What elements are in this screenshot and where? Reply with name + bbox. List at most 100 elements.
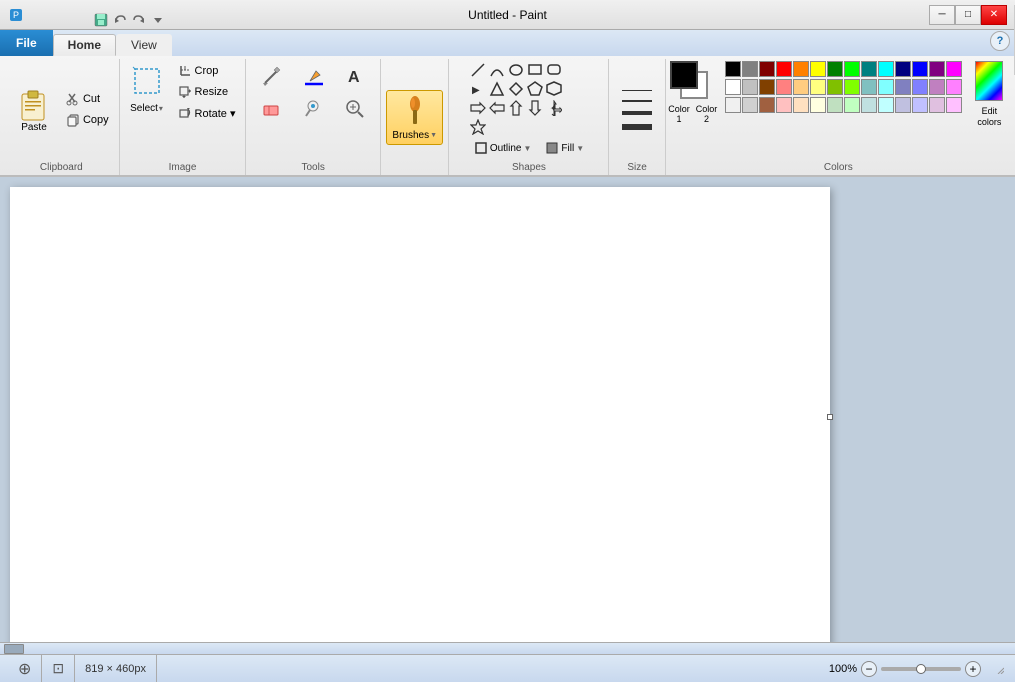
resize-canvas-icon[interactable]: ⊡ — [52, 660, 64, 677]
rotate-button[interactable]: Rotate ▾ — [173, 103, 241, 123]
color-swatch-cell[interactable] — [895, 79, 911, 95]
color-swatch-cell[interactable] — [793, 61, 809, 77]
color-swatch-cell[interactable] — [929, 79, 945, 95]
star-shape-button[interactable] — [469, 118, 487, 136]
color-swatch-cell[interactable] — [810, 97, 826, 113]
quick-customize-button[interactable] — [149, 11, 167, 29]
color-swatch-cell[interactable] — [929, 97, 945, 113]
color-swatch-cell[interactable] — [725, 79, 741, 95]
roundrect-shape-button[interactable] — [545, 61, 563, 79]
color-swatch-cell[interactable] — [878, 61, 894, 77]
brushes-button[interactable]: Brushes ▼ — [386, 90, 443, 145]
color-swatch-cell[interactable] — [827, 61, 843, 77]
arrow-down-shape-button[interactable] — [526, 99, 544, 117]
curve-shape-button[interactable] — [488, 61, 506, 79]
diamond-shape-button[interactable] — [507, 80, 525, 98]
paint-canvas[interactable] — [10, 187, 830, 642]
triangle-shape-button[interactable] — [488, 80, 506, 98]
color1-swatch[interactable] — [670, 61, 698, 89]
color-swatch-cell[interactable] — [844, 79, 860, 95]
pentagon-shape-button[interactable] — [526, 80, 544, 98]
color-swatch-cell[interactable] — [861, 97, 877, 113]
arrow-up-shape-button[interactable] — [507, 99, 525, 117]
color-swatch-cell[interactable] — [878, 97, 894, 113]
zoom-slider-thumb[interactable] — [916, 664, 926, 674]
color-swatch-cell[interactable] — [725, 61, 741, 77]
color-swatch-cell[interactable] — [946, 61, 962, 77]
color-swatch-cell[interactable] — [844, 97, 860, 113]
color-swatch-cell[interactable] — [946, 97, 962, 113]
arrow-left-shape-button[interactable] — [488, 99, 506, 117]
outline-dropdown[interactable]: Outline ▼ — [469, 138, 537, 158]
cut-button[interactable]: Cut — [61, 89, 114, 109]
color-swatch-cell[interactable] — [861, 61, 877, 77]
hscroll-thumb[interactable] — [4, 644, 24, 654]
tab-home[interactable]: Home — [53, 34, 116, 56]
color-swatch-cell[interactable] — [759, 97, 775, 113]
rect-shape-button[interactable] — [526, 61, 544, 79]
magnifier-button[interactable] — [335, 94, 375, 124]
more-shapes-button[interactable]: ▶ — [469, 80, 487, 98]
select-button[interactable] — [125, 61, 169, 101]
help-button[interactable]: ? — [990, 31, 1010, 51]
size-option-4[interactable] — [619, 121, 655, 133]
new-canvas-icon[interactable]: ⊕ — [18, 659, 31, 679]
color-swatch-cell[interactable] — [776, 61, 792, 77]
minimize-button[interactable]: ─ — [929, 5, 955, 25]
canvas-area[interactable] — [0, 177, 1015, 642]
tab-file[interactable]: File — [0, 30, 53, 56]
edit-colors-button[interactable]: Editcolors — [970, 103, 1008, 131]
color-swatch-cell[interactable] — [929, 61, 945, 77]
color-swatch-cell[interactable] — [793, 97, 809, 113]
color-swatch-cell[interactable] — [912, 79, 928, 95]
close-button[interactable]: ✕ — [981, 5, 1007, 25]
color-swatch-cell[interactable] — [776, 97, 792, 113]
zoom-in-button[interactable]: + — [965, 661, 981, 677]
4arrow-shape-button[interactable]: ✦ — [545, 99, 563, 117]
color-swatch-cell[interactable] — [759, 61, 775, 77]
color-swatch-cell[interactable] — [776, 79, 792, 95]
gradient-swatch[interactable] — [975, 61, 1003, 101]
color-swatch-cell[interactable] — [742, 97, 758, 113]
hexagon-shape-button[interactable] — [545, 80, 563, 98]
color-swatch-cell[interactable] — [759, 79, 775, 95]
line-shape-button[interactable] — [469, 61, 487, 79]
color-swatch-cell[interactable] — [895, 61, 911, 77]
color-swatch-cell[interactable] — [946, 79, 962, 95]
color-swatch-cell[interactable] — [742, 61, 758, 77]
color-swatch-cell[interactable] — [793, 79, 809, 95]
fill-button[interactable] — [293, 61, 333, 91]
colorpicker-button[interactable] — [293, 94, 333, 124]
quick-redo-button[interactable] — [130, 11, 148, 29]
size-option-1[interactable] — [619, 87, 655, 94]
size-option-2[interactable] — [619, 97, 655, 105]
paste-button[interactable]: Paste — [9, 83, 59, 136]
color-swatch-cell[interactable] — [810, 61, 826, 77]
maximize-button[interactable]: □ — [955, 5, 981, 25]
color-swatch-cell[interactable] — [861, 79, 877, 95]
copy-button[interactable]: Copy — [61, 110, 114, 130]
zoom-out-button[interactable]: − — [861, 661, 877, 677]
color-swatch-cell[interactable] — [912, 61, 928, 77]
quick-undo-button[interactable] — [111, 11, 129, 29]
quick-save-button[interactable] — [92, 11, 110, 29]
zoom-slider[interactable] — [881, 667, 961, 671]
resize-button[interactable]: Resize — [173, 82, 241, 102]
color-swatch-cell[interactable] — [878, 79, 894, 95]
color-swatch-cell[interactable] — [844, 61, 860, 77]
color-swatch-cell[interactable] — [827, 97, 843, 113]
text-button[interactable]: A — [335, 61, 375, 91]
color-swatch-cell[interactable] — [810, 79, 826, 95]
crop-button[interactable]: Crop — [173, 61, 241, 81]
color-swatch-cell[interactable] — [742, 79, 758, 95]
fill-dropdown[interactable]: Fill ▼ — [540, 138, 589, 158]
eraser-button[interactable] — [251, 94, 291, 124]
color-swatch-cell[interactable] — [912, 97, 928, 113]
pencil-button[interactable] — [251, 61, 291, 91]
tab-view[interactable]: View — [116, 34, 172, 56]
oval-shape-button[interactable] — [507, 61, 525, 79]
color-swatch-cell[interactable] — [827, 79, 843, 95]
color-swatch-cell[interactable] — [895, 97, 911, 113]
arrow-right-shape-button[interactable] — [469, 99, 487, 117]
status-resize-grip[interactable] — [991, 661, 1007, 677]
